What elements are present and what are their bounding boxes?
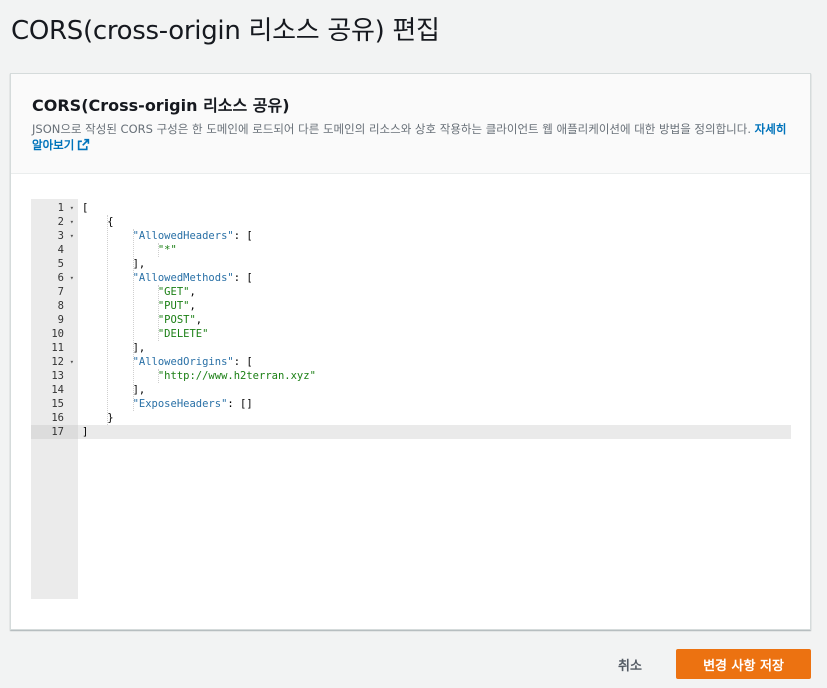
fold-arrow-icon[interactable]: ▾: [70, 201, 74, 215]
line-number-label: 7: [57, 286, 64, 298]
code-line: "GET",: [78, 285, 791, 299]
code-line-text: {: [82, 216, 114, 228]
line-number-label: 16: [51, 412, 64, 424]
code-line-text: ]: [82, 426, 89, 438]
line-number: 16: [31, 411, 78, 425]
indent-guide: [107, 215, 109, 425]
code-line-text: "GET",: [157, 286, 196, 298]
code-line-text: "PUT",: [157, 300, 196, 312]
line-number-label: 3: [57, 230, 64, 242]
code-area[interactable]: [ { "AllowedHeaders": [ "*" ], "AllowedM…: [78, 199, 791, 599]
code-line-text: "http://www.h2terran.xyz": [157, 370, 316, 382]
line-number-label: 12: [51, 356, 64, 368]
line-number: 15: [31, 397, 78, 411]
fold-arrow-icon[interactable]: ▾: [70, 271, 74, 285]
indent-guide: [157, 243, 159, 257]
indent-guide: [132, 229, 134, 411]
code-line: "http://www.h2terran.xyz": [78, 369, 791, 383]
line-number-gutter: 1 ▾ 2 ▾ 3 ▾ 4 5 6 ▾ 7 8 9 10 11 12 ▾ 13 14 15 16 17: [31, 199, 78, 599]
code-line: {: [78, 215, 791, 229]
cors-panel: CORS(Cross-origin 리소스 공유) JSON으로 작성된 COR…: [10, 73, 811, 630]
cors-json-editor[interactable]: 1 ▾ 2 ▾ 3 ▾ 4 5 6 ▾ 7 8 9 10 11 12 ▾ 13 14 15 16 17 [ { "Allo…: [31, 199, 791, 599]
line-number-label: 2: [57, 216, 64, 228]
line-number-label: 13: [51, 370, 64, 382]
line-number: 1 ▾: [31, 201, 78, 215]
line-number: 2 ▾: [31, 215, 78, 229]
line-number: 7: [31, 285, 78, 299]
line-number: 13: [31, 369, 78, 383]
fold-arrow-icon[interactable]: ▾: [70, 229, 74, 243]
code-line: [: [78, 201, 791, 215]
save-changes-button[interactable]: 변경 사항 저장: [676, 649, 811, 679]
code-line-text: [: [82, 202, 89, 214]
line-number: 3 ▾: [31, 229, 78, 243]
fold-arrow-icon[interactable]: ▾: [70, 215, 74, 229]
line-number-label: 4: [57, 244, 64, 256]
line-number: 9: [31, 313, 78, 327]
code-line-text: "*": [157, 244, 177, 256]
line-number: 10: [31, 327, 78, 341]
indent-guide: [157, 285, 159, 341]
code-line: ],: [78, 341, 791, 355]
description-text: JSON으로 작성된 CORS 구성은 한 도메인에 로드되어 다른 도메인의 …: [32, 122, 751, 136]
line-number-label: 5: [57, 258, 64, 270]
line-number-label: 6: [57, 272, 64, 284]
code-line-text: "DELETE": [157, 328, 209, 340]
cancel-button[interactable]: 취소: [602, 650, 658, 678]
code-line: "POST",: [78, 313, 791, 327]
code-line: "PUT",: [78, 299, 791, 313]
line-number: 4: [31, 243, 78, 257]
line-number: 8: [31, 299, 78, 313]
line-number: 17: [31, 425, 78, 439]
line-number-label: 10: [51, 328, 64, 340]
line-number: 12 ▾: [31, 355, 78, 369]
line-number-label: 15: [51, 398, 64, 410]
fold-arrow-icon[interactable]: ▾: [70, 355, 74, 369]
code-line-text: ],: [82, 342, 146, 354]
line-number-label: 14: [51, 384, 64, 396]
code-line-text: }: [82, 412, 114, 424]
external-link-icon: [77, 138, 90, 155]
code-line: "DELETE": [78, 327, 791, 341]
code-line-text: ],: [82, 258, 146, 270]
line-number-label: 1: [57, 202, 64, 214]
panel-description: JSON으로 작성된 CORS 구성은 한 도메인에 로드되어 다른 도메인의 …: [32, 121, 792, 155]
line-number-label: 17: [51, 426, 64, 438]
code-line-text: ],: [82, 384, 146, 396]
indent-guide: [157, 369, 159, 383]
page-title: CORS(cross-origin 리소스 공유) 편집: [11, 16, 440, 46]
code-line: "ExposeHeaders": []: [78, 397, 791, 411]
code-line-text: "POST",: [157, 314, 203, 326]
line-number: 6 ▾: [31, 271, 78, 285]
line-number-label: 8: [57, 300, 64, 312]
panel-title: CORS(Cross-origin 리소스 공유): [32, 96, 290, 115]
line-number: 14: [31, 383, 78, 397]
code-line: "*": [78, 243, 791, 257]
line-number: 5: [31, 257, 78, 271]
panel-header: CORS(Cross-origin 리소스 공유) JSON으로 작성된 COR…: [11, 74, 810, 174]
code-line: ]: [78, 425, 791, 439]
line-number-label: 9: [57, 314, 64, 326]
code-line: "AllowedOrigins": [: [78, 355, 791, 369]
code-line: }: [78, 411, 791, 425]
code-line: ],: [78, 383, 791, 397]
code-line: "AllowedHeaders": [: [78, 229, 791, 243]
line-number: 11: [31, 341, 78, 355]
code-line: "AllowedMethods": [: [78, 271, 791, 285]
code-line: ],: [78, 257, 791, 271]
line-number-label: 11: [51, 342, 64, 354]
